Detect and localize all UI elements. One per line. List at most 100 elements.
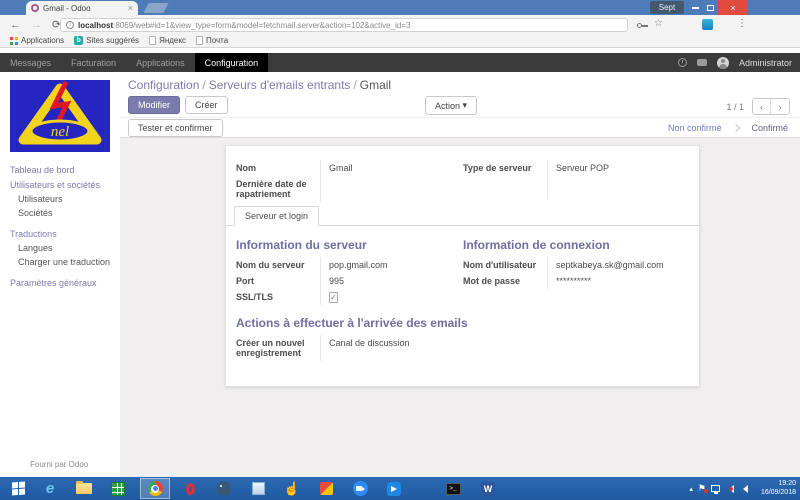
page-info-icon[interactable]: i — [66, 21, 74, 29]
port-label: Port — [236, 273, 321, 289]
activities-clock-icon[interactable] — [678, 58, 687, 67]
create-button[interactable]: Créer — [185, 96, 228, 114]
sidebar-item-parametres-generaux[interactable]: Paramètres généraux — [0, 275, 120, 290]
last-fetch-label: Dernière date de rapatriement — [236, 176, 321, 202]
tray-expand-icon[interactable]: ▴ — [689, 485, 693, 493]
opera-icon[interactable] — [178, 477, 202, 500]
port-value: 995 — [321, 273, 450, 289]
bookmarks-bar: Applications bSites suggérés Яндекс Почт… — [0, 34, 800, 48]
bookmark-star-icon[interactable]: ☆ — [654, 18, 663, 29]
sidebar-item-societes[interactable]: Sociétés — [0, 206, 120, 220]
state-non-confirme[interactable]: Non confirmé — [668, 123, 722, 133]
close-button[interactable]: × — [718, 0, 748, 15]
messages-chat-icon[interactable] — [697, 59, 707, 66]
sidebar-item-charger-une-traduction[interactable]: Charger une traduction — [0, 255, 120, 269]
address-bar[interactable]: i localhost:8069/web#id=1&view_type=form… — [60, 18, 628, 32]
password-value: ********** — [548, 273, 685, 289]
form-sheet: Nom Gmail Dernière date de rapatriement … — [225, 145, 700, 387]
ssl-label: SSL/TLS — [236, 289, 321, 305]
sidebar-item-tableau-de-bord[interactable]: Tableau de bord — [0, 162, 120, 177]
ssl-checkbox[interactable]: ✓ — [329, 292, 338, 303]
start-button[interactable] — [4, 477, 32, 500]
muted-volume-icon[interactable] — [725, 485, 734, 493]
suggested-sites-icon: b — [74, 36, 83, 45]
bookmark-sites-suggeres[interactable]: bSites suggérés — [74, 36, 139, 45]
top-right-group: Type de serveur Serveur POP — [463, 160, 685, 198]
action-dropdown[interactable]: Action ▾ — [425, 96, 477, 115]
chrome-icon[interactable] — [142, 477, 168, 500]
breadcrumb-serveurs[interactable]: Serveurs d'emails entrants — [209, 78, 351, 92]
bookmark-yandex[interactable]: Яндекс — [149, 36, 186, 45]
hand-tool-icon[interactable]: ☝ — [280, 477, 304, 500]
tab-serveur-et-login[interactable]: Serveur et login — [234, 206, 319, 226]
paint-app-icon[interactable] — [314, 477, 338, 500]
windows-logo-icon — [12, 482, 25, 496]
blue-arrow-app-icon[interactable] — [382, 477, 406, 500]
odoo-favicon — [31, 4, 39, 12]
windows-taskbar: e ☝ >_ W ▴ ⚑ 19:20 16/09/2018 — [0, 477, 800, 500]
profile-chip[interactable]: Sept — [650, 1, 684, 14]
new-tab-button[interactable] — [143, 3, 168, 13]
page-icon — [149, 36, 156, 45]
tray-clock[interactable]: 19:20 16/09/2018 — [750, 480, 796, 497]
browser-tab[interactable]: Gmail - Odoo × — [26, 1, 138, 15]
chevron-down-icon: ▾ — [463, 100, 468, 111]
state-confirme[interactable]: Confirmé — [751, 123, 788, 133]
word-icon[interactable]: W — [476, 477, 500, 500]
password-key-icon[interactable] — [637, 23, 642, 28]
nav-applications[interactable]: Applications — [126, 53, 195, 72]
nav-messages[interactable]: Messages — [0, 53, 61, 72]
sidebar-item-langues[interactable]: Langues — [0, 241, 120, 255]
cube-app-icon[interactable] — [246, 477, 270, 500]
command-prompt-icon[interactable]: >_ — [440, 477, 466, 500]
url-path: :8069/web#id=1&view_type=form&model=fetc… — [113, 21, 410, 30]
nav-facturation[interactable]: Facturation — [61, 53, 126, 72]
screen: Gmail - Odoo × Sept × ← → ⟳ i localhost:… — [0, 0, 800, 500]
volume-icon[interactable] — [739, 485, 748, 493]
file-explorer-icon[interactable] — [72, 477, 96, 500]
browser-menu-icon[interactable]: ⋮ — [737, 18, 747, 29]
pager-count: 1 / 1 — [726, 102, 744, 112]
apps-grid-icon — [10, 37, 18, 45]
browser-titlebar: Gmail - Odoo × Sept × — [0, 0, 800, 15]
company-logo: nel — [10, 80, 110, 152]
username-label: Nom d'utilisateur — [463, 257, 548, 273]
create-record-value: Canal de discussion — [321, 335, 450, 361]
edit-button[interactable]: Modifier — [128, 96, 180, 114]
test-confirm-button[interactable]: Tester et confirmer — [128, 119, 223, 137]
chevron-right-icon — [732, 124, 740, 132]
restore-button[interactable] — [703, 0, 717, 15]
grid-app-icon[interactable] — [106, 477, 130, 500]
back-icon[interactable]: ← — [10, 19, 21, 31]
action-center-flag-icon[interactable]: ⚑ — [698, 483, 706, 494]
bookmark-applications[interactable]: Applications — [10, 36, 64, 45]
password-label: Mot de passe — [463, 273, 548, 289]
breadcrumb: Configuration/Serveurs d'emails entrants… — [128, 78, 391, 92]
login-section: Information de connexion Nom d'utilisate… — [463, 238, 685, 289]
breadcrumb-current: Gmail — [360, 78, 391, 92]
pager-prev-button[interactable]: ‹ — [753, 99, 771, 114]
pager-next-button[interactable]: › — [771, 99, 789, 114]
sidebar-item-traductions[interactable]: Traductions — [0, 226, 120, 241]
postgresql-icon[interactable] — [212, 477, 236, 500]
powered-by-odoo[interactable]: Fourni par Odoo — [30, 460, 88, 469]
sidebar-menu: Tableau de bord Utilisateurs et sociétés… — [0, 162, 120, 290]
svg-text:nel: nel — [51, 124, 69, 140]
internet-explorer-icon[interactable]: e — [38, 477, 62, 500]
extension-icon[interactable] — [702, 19, 713, 30]
video-call-app-icon[interactable] — [348, 477, 372, 500]
bookmark-mail[interactable]: Почта — [196, 36, 228, 45]
breadcrumb-configuration[interactable]: Configuration — [128, 78, 199, 92]
server-section: Information du serveur Nom du serveur po… — [236, 238, 450, 305]
sidebar-item-utilisateurs-et-societes[interactable]: Utilisateurs et sociétés — [0, 177, 120, 192]
actions-section-title: Actions à effectuer à l'arrivée des emai… — [236, 316, 685, 330]
network-icon[interactable] — [711, 485, 720, 492]
tab-close-icon[interactable]: × — [128, 3, 133, 13]
user-avatar[interactable] — [717, 57, 729, 69]
user-name[interactable]: Administrator — [739, 58, 792, 68]
forward-icon[interactable]: → — [31, 19, 42, 31]
minimize-button[interactable] — [688, 0, 702, 15]
form-area: Nom Gmail Dernière date de rapatriement … — [120, 138, 800, 477]
nav-configuration[interactable]: Configuration — [195, 53, 269, 72]
sidebar-item-utilisateurs[interactable]: Utilisateurs — [0, 192, 120, 206]
